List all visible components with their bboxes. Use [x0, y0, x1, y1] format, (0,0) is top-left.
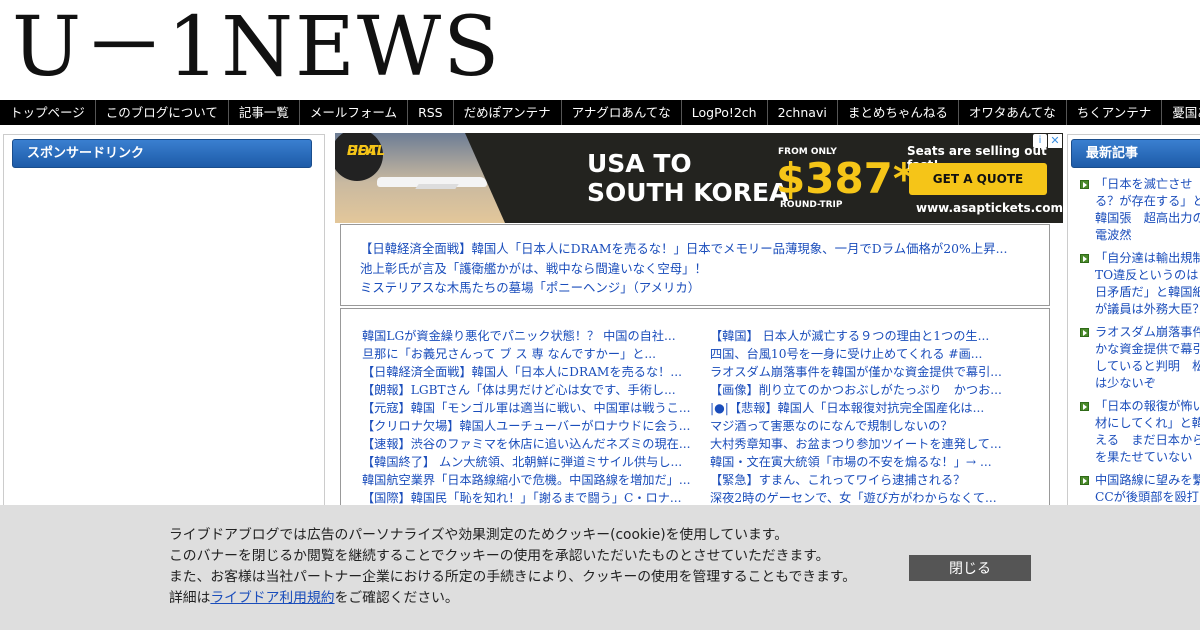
list-item[interactable]: 【緊急】すまん、これってワイら逮捕される？	[710, 471, 1058, 489]
recent-post-item[interactable]: 「自分達は輸出規制TO違反というのは日矛盾だ」と韓国紙が議員は外務大臣？	[1068, 250, 1200, 318]
list-item[interactable]: 旦那に「お義兄さんって ブ ス 専 なんですかー」と...	[362, 345, 710, 363]
nav-item-2chnavi[interactable]: 2chnavi	[768, 100, 838, 125]
cookie-notice-text: ライブドアブログでは広告のパーソナライズや効果測定のためクッキー(cookie)…	[169, 527, 857, 606]
list-item[interactable]: 【日韓経済全面戦】韓国人「日本人にDRAMを売るな！...	[362, 363, 710, 381]
list-item[interactable]: 韓国航空業界「日本路線縮小で危機。中国路線を増加だ」...	[362, 471, 710, 489]
cookie-close-button[interactable]: 閉じる	[909, 555, 1031, 581]
list-item[interactable]: 大村秀章知事、お盆まつり参加ツイートを連発して...	[710, 435, 1058, 453]
list-item[interactable]: 【韓国終了】 ムン大統領、北朝鮮に弾道ミサイル供与し...	[362, 453, 710, 471]
featured-link[interactable]: 【日韓経済全面戦】韓国人「日本人にDRAMを売るな！」日本でメモリー品薄現象、一…	[360, 239, 1049, 259]
nav-item-matome[interactable]: まとめちゃんねる	[838, 100, 959, 125]
recent-post-item[interactable]: 「日本を滅亡させる？が存在する」と韓国張 超高出力の電波然	[1068, 176, 1200, 244]
sponsor-link-title: スポンサードリンク	[12, 139, 312, 168]
nav-item-top[interactable]: トップページ	[0, 100, 96, 125]
arrow-bullet-icon	[1080, 402, 1089, 411]
terms-link[interactable]: ライブドア利用規約	[210, 590, 334, 606]
nav-item-archive[interactable]: 記事一覧	[229, 100, 300, 125]
article-list-left: 韓国LGが資金繰り悪化でパニック状態！？ 中国の自社... 旦那に「お義兄さんっ…	[362, 327, 710, 507]
nav-item-about[interactable]: このブログについて	[96, 100, 229, 125]
ad-price: $387*	[776, 154, 915, 203]
list-item[interactable]: 韓国・文在寅大統領「市場の不安を煽るな！」→ ...	[710, 453, 1058, 471]
list-item[interactable]: 【クリロナ欠場】韓国人ユーチューバーがロナウドに会う...	[362, 417, 710, 435]
airplane-icon	[377, 177, 487, 187]
list-item[interactable]: マジ酒って害悪なのになんで規制しないの？	[710, 417, 1058, 435]
list-item[interactable]: 四国、台風10号を一身に受け止めてくれる #画...	[710, 345, 1058, 363]
ad-headline: USA TO SOUTH KOREA	[587, 149, 789, 207]
recent-posts-list: 「日本を滅亡させる？が存在する」と韓国張 超高出力の電波然 「自分達は輸出規制T…	[1068, 176, 1200, 506]
recent-post-item[interactable]: 中国路線に望みを繋CCが後頭部を殴打	[1068, 472, 1200, 506]
ad-url[interactable]: www.asaptickets.com	[916, 201, 1063, 215]
list-item[interactable]: 【画像】削り立てのかつおぶしがたっぷり かつお...	[710, 381, 1058, 399]
list-item[interactable]: 【朗報】LGBTさん「体は男だけど心は女です、手術し...	[362, 381, 710, 399]
featured-link[interactable]: 池上彰氏が言及「護衛艦かがは、戦中なら間違いなく空母」！	[360, 259, 1049, 279]
featured-links: 【日韓経済全面戦】韓国人「日本人にDRAMを売るな！」日本でメモリー品薄現象、一…	[340, 224, 1050, 306]
list-item[interactable]: ラオスダム崩落事件を韓国が僅かな資金提供で幕引...	[710, 363, 1058, 381]
global-nav: トップページ このブログについて 記事一覧 メールフォーム RSS だめぽアンテ…	[0, 100, 1200, 125]
nav-item-rss[interactable]: RSS	[408, 100, 454, 125]
flight-ad-banner[interactable]: HOT DEAL USA TO SOUTH KOREA FROM ONLY $38…	[335, 133, 1063, 223]
site-logo[interactable]: U－1NEWS	[12, 2, 501, 94]
ad-info-icon[interactable]: i	[1033, 134, 1047, 148]
recent-post-item[interactable]: ラオスダム崩落事件かな資金提供で幕引していると判明 松は少ないぞ	[1068, 324, 1200, 392]
arrow-bullet-icon	[1080, 328, 1089, 337]
nav-item-anaguro[interactable]: アナグロあんてな	[562, 100, 682, 125]
recent-posts-title: 最新記事	[1071, 139, 1200, 168]
list-item[interactable]: 【韓国】 日本人が滅亡する９つの理由と1つの生...	[710, 327, 1058, 345]
recent-post-item[interactable]: 「日本の報復が怖い材にしてくれ」と韓える まだ日本からを果たせていない	[1068, 398, 1200, 466]
list-item[interactable]: 【速報】渋谷のファミマを休店に追い込んだネズミの現在...	[362, 435, 710, 453]
arrow-bullet-icon	[1080, 476, 1089, 485]
article-list-right: 【韓国】 日本人が滅亡する９つの理由と1つの生... 四国、台風10号を一身に受…	[710, 327, 1058, 507]
site-header: U－1NEWS	[0, 0, 1200, 100]
arrow-bullet-icon	[1080, 180, 1089, 189]
nav-item-damepo[interactable]: だめぽアンテナ	[454, 100, 562, 125]
arrow-bullet-icon	[1080, 254, 1089, 263]
list-item[interactable]: |●|【悲報】韓国人「日本報復対抗完全国産化は...	[710, 399, 1058, 417]
left-sidebar: スポンサードリンク	[3, 134, 325, 516]
right-sidebar: 最新記事 「日本を滅亡させる？が存在する」と韓国張 超高出力の電波然 「自分達は…	[1067, 134, 1200, 516]
nav-item-owata[interactable]: オワタあんてな	[959, 100, 1067, 125]
list-item[interactable]: 韓国LGが資金繰り悪化でパニック状態！？ 中国の自社...	[362, 327, 710, 345]
list-item[interactable]: 【元寇】韓国「モンゴル軍は適当に戦い、中国軍は戦うこ...	[362, 399, 710, 417]
nav-item-chiku[interactable]: ちくアンテナ	[1067, 100, 1163, 125]
cookie-consent-banner: ライブドアブログでは広告のパーソナライズや効果測定のためクッキー(cookie)…	[0, 505, 1200, 630]
ad-close-icon[interactable]: ✕	[1048, 134, 1062, 148]
nav-item-mailform[interactable]: メールフォーム	[300, 100, 409, 125]
nav-item-logpo[interactable]: LogPo!2ch	[682, 100, 768, 125]
get-quote-button[interactable]: GET A QUOTE	[909, 163, 1047, 195]
featured-link[interactable]: ミステリアスな木馬たちの墓場「ポニーヘンジ」（アメリカ）	[360, 278, 1049, 298]
article-link-list: 韓国LGが資金繰り悪化でパニック状態！？ 中国の自社... 旦那に「お義兄さんっ…	[340, 308, 1050, 528]
nav-item-yuukoku[interactable]: 憂国あんてな	[1162, 100, 1200, 125]
ad-roundtrip-label: ROUND-TRIP	[780, 200, 843, 210]
